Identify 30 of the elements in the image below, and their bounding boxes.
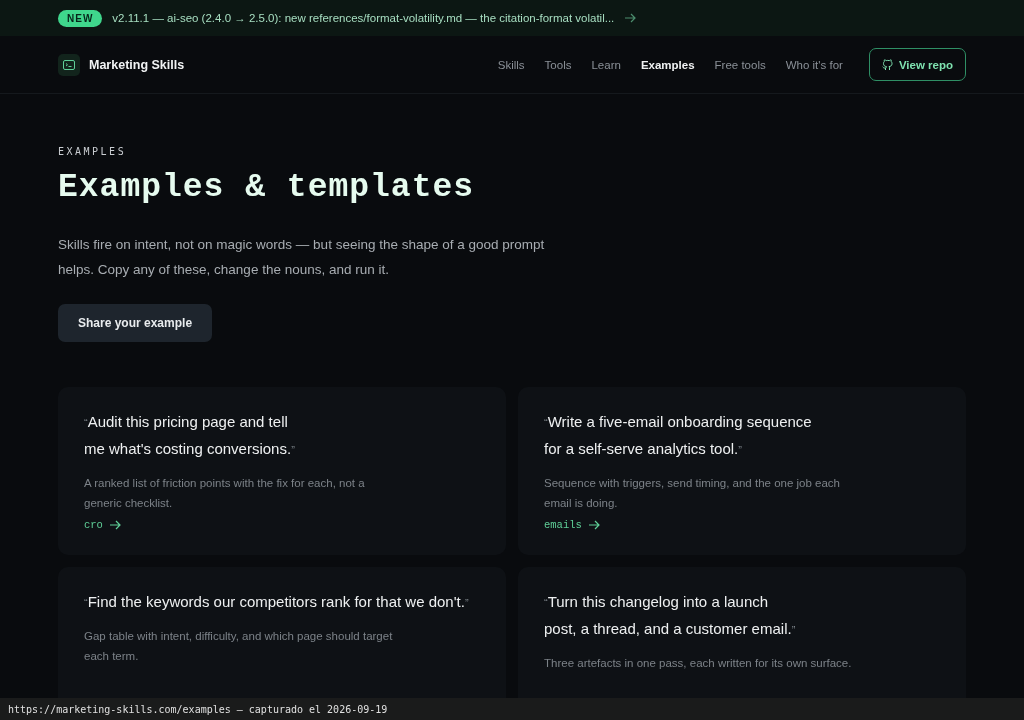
intro-paragraph: Skills fire on intent, not on magic words — but seeing the shape of a good prompt helps. Copy any of these, change the nouns, and run it. <box>58 236 546 279</box>
page-title: Examples & templates <box>58 169 476 206</box>
example-prompt: “Turn this changelog into a launch post, a thread, and a customer email.” <box>543 592 797 639</box>
example-prompt: “Audit this pricing page and tell me what's costing conversions.” <box>83 412 296 459</box>
example-description: Gap table with intent, difficulty, and which page should target each term. <box>84 629 394 664</box>
example-prompt: “Write a five-email onboarding sequence for a self-serve analytics tool.” <box>543 412 813 459</box>
example-description: Sequence with triggers, send timing, and the one job each email is doing. <box>544 476 841 511</box>
nav-link[interactable]: Skills <box>497 58 525 71</box>
nav-link[interactable]: Examples <box>640 58 695 71</box>
brand-name[interactable]: Marketing Skills <box>89 57 185 72</box>
terminal-logo-icon[interactable] <box>58 53 80 76</box>
nav-link[interactable]: Tools <box>544 58 572 71</box>
arrow-icon <box>624 13 637 23</box>
example-description: A ranked list of friction points with the fix for each, not a generic checklist. <box>84 476 366 511</box>
arrow-icon <box>108 520 121 530</box>
github-icon <box>881 58 893 71</box>
nav-link[interactable]: Who it's for <box>785 58 843 71</box>
nav-link[interactable]: Free tools <box>714 58 766 71</box>
announcement-text[interactable]: v2.11.1 — ai-seo (2.4.0 → 2.5.0): new references/format-volatility.md — the citation-format volatil... <box>112 12 615 24</box>
skill-link[interactable]: emails <box>544 519 600 531</box>
example-prompt: “Find the keywords our competitors rank for that we don't.” <box>83 592 470 612</box>
section-eyebrow: EXAMPLES <box>58 146 128 157</box>
skill-link[interactable]: cro <box>84 519 121 531</box>
view-repo-button[interactable]: View repo <box>868 48 966 81</box>
capture-caption: https://marketing-skills.com/examples — capturado el 2026-09-19 <box>0 698 1024 720</box>
share-example-button[interactable]: Share your example <box>58 304 213 342</box>
example-description: Three artefacts in one pass, each written for its own surface. <box>544 656 853 671</box>
arrow-icon <box>587 520 600 530</box>
new-badge: NEW <box>58 9 103 27</box>
nav-link[interactable]: Learn <box>591 58 621 71</box>
